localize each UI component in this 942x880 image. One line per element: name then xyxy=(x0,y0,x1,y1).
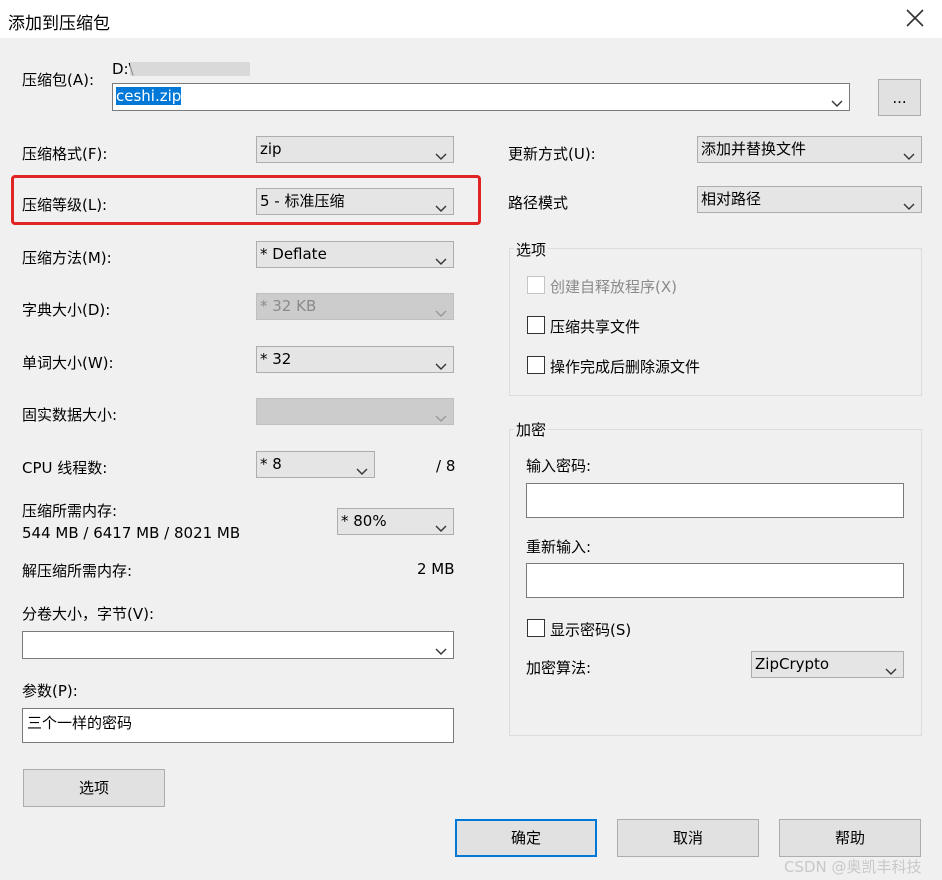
title-bar xyxy=(0,0,942,38)
chevron-down-icon xyxy=(356,459,368,475)
encrypt-method-value: ZipCrypto xyxy=(755,655,830,673)
delete-source-label[interactable]: 操作完成后删除源文件 xyxy=(550,356,700,377)
archive-name-value: ceshi.zip xyxy=(116,87,182,105)
cpu-label: CPU 线程数: xyxy=(22,459,108,477)
path-mode-label: 路径模式 xyxy=(508,194,569,212)
chevron-down-icon xyxy=(435,639,447,655)
mem-decompress-value: 2 MB xyxy=(417,560,455,578)
params-value: 三个一样的密码 xyxy=(27,714,133,732)
show-password-label[interactable]: 显示密码(S) xyxy=(550,619,631,640)
word-label: 单词大小(W): xyxy=(22,354,114,372)
mem-decompress-label: 解压缩所需内存: xyxy=(22,562,133,580)
archive-name-combo[interactable]: ceshi.zip xyxy=(112,83,850,111)
chevron-down-icon xyxy=(435,354,447,370)
params-input[interactable]: 三个一样的密码 xyxy=(22,708,454,743)
chevron-down-icon xyxy=(903,144,915,160)
options-button[interactable]: 选项 xyxy=(23,769,165,807)
reenter-input[interactable] xyxy=(526,563,904,598)
mem-compress-label: 压缩所需内存: xyxy=(22,502,118,520)
path-mode-select[interactable]: 相对路径 xyxy=(697,186,922,213)
chevron-down-icon xyxy=(435,144,447,160)
method-select[interactable]: * Deflate xyxy=(256,241,454,268)
cpu-select[interactable]: * 8 xyxy=(256,451,375,478)
level-label: 压缩等级(L): xyxy=(22,196,108,214)
archive-label: 压缩包(A): xyxy=(22,71,95,89)
params-label: 参数(P): xyxy=(22,682,78,700)
encrypt-method-label: 加密算法: xyxy=(526,659,592,677)
chevron-down-icon xyxy=(885,659,897,675)
password-input[interactable] xyxy=(526,483,904,518)
reenter-label: 重新输入: xyxy=(526,538,592,556)
volume-combo[interactable] xyxy=(22,631,454,659)
help-button[interactable]: 帮助 xyxy=(779,819,921,857)
cpu-value: * 8 xyxy=(260,455,282,473)
encrypt-method-select[interactable]: ZipCrypto xyxy=(751,651,904,678)
word-select[interactable]: * 32 xyxy=(256,346,454,373)
ok-button[interactable]: 确定 xyxy=(455,819,597,857)
path-mode-value: 相对路径 xyxy=(701,190,762,208)
sfx-label: 创建自释放程序(X) xyxy=(550,278,677,296)
chevron-down-icon xyxy=(435,249,447,265)
method-label: 压缩方法(M): xyxy=(22,249,112,267)
chevron-down-icon xyxy=(435,301,447,317)
level-value: 5 - 标准压缩 xyxy=(260,192,345,210)
chevron-down-icon xyxy=(435,196,447,212)
chevron-down-icon xyxy=(903,194,915,210)
chevron-down-icon xyxy=(831,91,843,107)
update-select[interactable]: 添加并替换文件 xyxy=(697,136,922,163)
watermark: CSDN @奥凯丰科技 xyxy=(784,858,922,876)
show-password-checkbox[interactable] xyxy=(527,619,545,637)
solid-label: 固实数据大小: xyxy=(22,406,118,424)
dict-select: * 32 KB xyxy=(256,293,454,320)
password-label: 输入密码: xyxy=(526,457,592,475)
word-value: * 32 xyxy=(260,350,292,368)
blurred-path xyxy=(130,62,250,76)
update-label: 更新方式(U): xyxy=(508,145,596,163)
volume-label: 分卷大小，字节(V): xyxy=(22,605,155,623)
options-group-title: 选项 xyxy=(514,239,549,260)
mem-compress-value: 544 MB / 6417 MB / 8021 MB xyxy=(22,524,241,542)
browse-button[interactable]: ... xyxy=(878,79,921,116)
chevron-down-icon xyxy=(435,406,447,422)
cancel-button[interactable]: 取消 xyxy=(617,819,759,857)
dict-value: * 32 KB xyxy=(260,297,317,315)
mem-percent-value: * 80% xyxy=(341,512,387,530)
update-value: 添加并替换文件 xyxy=(701,140,807,158)
mem-percent-select[interactable]: * 80% xyxy=(337,508,454,535)
shared-label[interactable]: 压缩共享文件 xyxy=(550,316,640,337)
level-select[interactable]: 5 - 标准压缩 xyxy=(256,188,454,215)
sfx-checkbox xyxy=(527,276,545,294)
format-value: zip xyxy=(260,140,282,158)
solid-select xyxy=(256,398,454,425)
encrypt-group-title: 加密 xyxy=(514,419,549,440)
method-value: * Deflate xyxy=(260,245,327,263)
chevron-down-icon xyxy=(435,516,447,532)
shared-checkbox[interactable] xyxy=(527,316,545,334)
dict-label: 字典大小(D): xyxy=(22,301,111,319)
cpu-max: / 8 xyxy=(436,457,456,475)
delete-source-checkbox[interactable] xyxy=(527,356,545,374)
close-icon[interactable] xyxy=(903,6,927,30)
format-label: 压缩格式(F): xyxy=(22,145,108,163)
window-title: 添加到压缩包 xyxy=(8,14,110,34)
format-select[interactable]: zip xyxy=(256,136,454,163)
